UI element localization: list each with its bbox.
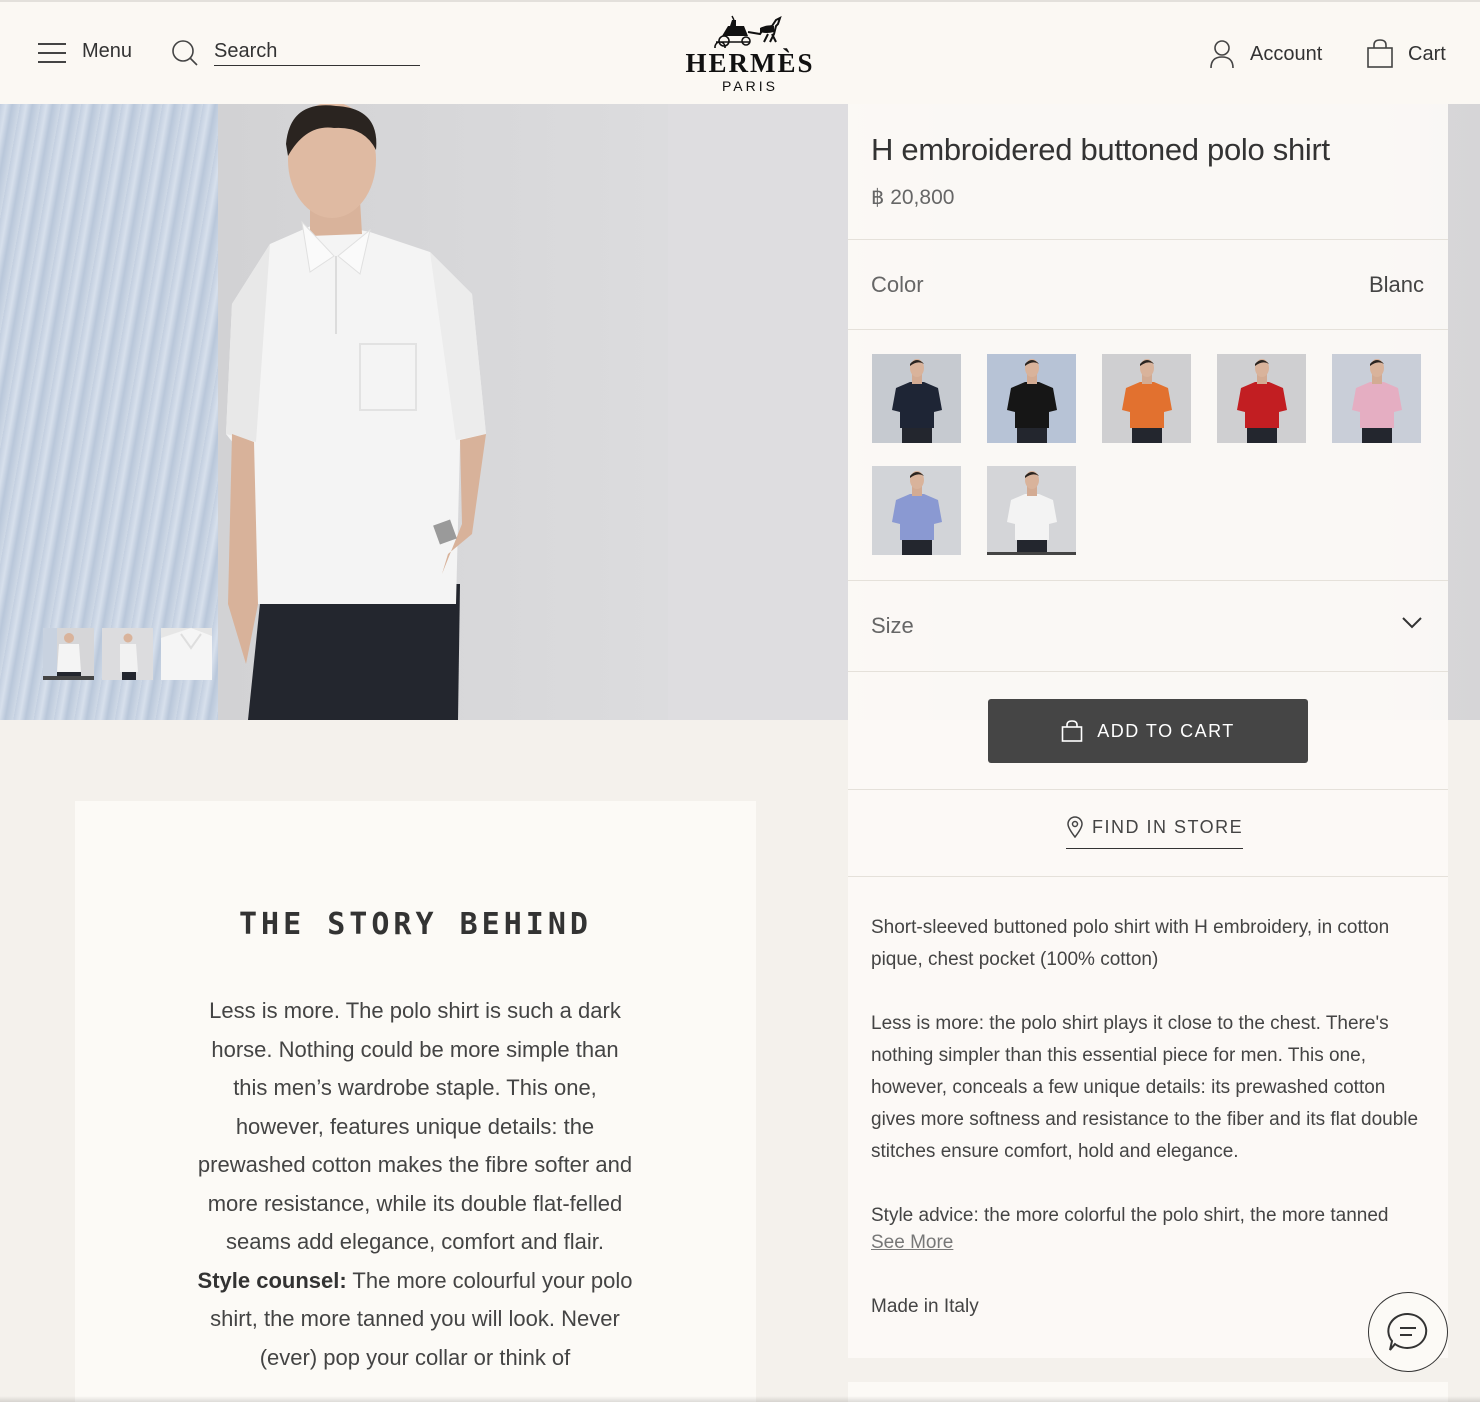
description-paragraph: Style advice: the more colorful the polo… bbox=[871, 1205, 1389, 1226]
color-swatch-navy[interactable] bbox=[872, 354, 961, 443]
color-swatch-blue[interactable] bbox=[872, 466, 961, 555]
find-in-store-label: FIND IN STORE bbox=[1092, 816, 1244, 837]
divider bbox=[848, 876, 1448, 877]
product-title: H embroidered buttoned polo shirt bbox=[871, 132, 1330, 167]
search-bar bbox=[172, 40, 420, 66]
divider bbox=[848, 329, 1448, 330]
chevron-down-icon bbox=[1402, 617, 1422, 629]
carriage-logo-icon bbox=[714, 15, 782, 48]
gallery-thumbnail[interactable] bbox=[161, 628, 212, 680]
site-header: Menu HERMÈS PARIS Account bbox=[0, 0, 1480, 104]
story-title: THE STORY BEHIND bbox=[239, 907, 592, 942]
chat-button[interactable] bbox=[1368, 1292, 1448, 1372]
backdrop-right bbox=[668, 104, 848, 720]
swatch-image bbox=[1007, 359, 1057, 443]
thumbnail-strip bbox=[43, 628, 212, 680]
color-label: Color bbox=[871, 272, 924, 297]
swatch-image bbox=[1237, 359, 1287, 443]
account-button[interactable]: Account bbox=[1208, 39, 1322, 69]
gallery-thumbnail[interactable] bbox=[43, 628, 94, 680]
swatch-image bbox=[892, 359, 942, 443]
logo-wordmark: HERMÈS bbox=[685, 48, 815, 78]
color-swatch-orange[interactable] bbox=[1102, 354, 1191, 443]
size-label: Size bbox=[871, 613, 914, 638]
divider bbox=[848, 239, 1448, 240]
style-counsel-label: Style counsel: bbox=[197, 1267, 347, 1293]
find-in-store-link[interactable]: FIND IN STORE bbox=[1066, 816, 1244, 849]
made-in-text: Made in Italy bbox=[871, 1296, 979, 1317]
see-more-link[interactable]: See More bbox=[871, 1232, 953, 1254]
swatch-image bbox=[1352, 359, 1402, 443]
cart-button[interactable]: Cart bbox=[1366, 39, 1446, 69]
thumbnail-front-image bbox=[43, 628, 81, 680]
color-swatch-white[interactable] bbox=[987, 466, 1076, 555]
shopping-bag-icon bbox=[1061, 720, 1083, 742]
product-image-gallery[interactable] bbox=[0, 104, 848, 720]
gallery-thumbnail[interactable] bbox=[102, 628, 153, 680]
swatch-image bbox=[1122, 359, 1172, 443]
color-swatch-red[interactable] bbox=[1217, 354, 1306, 443]
search-input[interactable] bbox=[214, 40, 420, 65]
chat-bubble-icon bbox=[1387, 1312, 1428, 1351]
thumbnail-detail-image bbox=[161, 628, 212, 680]
location-pin-icon bbox=[1067, 816, 1083, 838]
product-description: Short-sleeved buttoned polo shirt with H… bbox=[871, 912, 1427, 1264]
logo-subtitle: PARIS bbox=[722, 78, 778, 94]
model-photo bbox=[226, 104, 486, 720]
user-icon bbox=[1210, 40, 1234, 69]
menu-label: Menu bbox=[82, 40, 133, 62]
menu-button[interactable]: Menu bbox=[38, 40, 132, 63]
divider bbox=[848, 789, 1448, 790]
divider bbox=[848, 671, 1448, 672]
description-paragraph: Less is more: the polo shirt plays it cl… bbox=[871, 1013, 1419, 1162]
add-to-cart-label: ADD TO CART bbox=[1097, 720, 1235, 741]
color-swatch-black[interactable] bbox=[987, 354, 1076, 443]
cart-label: Cart bbox=[1408, 42, 1446, 65]
size-selector[interactable]: Size bbox=[848, 581, 1448, 671]
bottom-shadow bbox=[0, 1396, 1480, 1402]
description-paragraph: Short-sleeved buttoned polo shirt with H… bbox=[871, 917, 1390, 970]
swatch-image bbox=[892, 471, 942, 555]
story-card: THE STORY BEHIND Less is more. The polo … bbox=[75, 801, 756, 1402]
color-value: Blanc bbox=[1368, 272, 1424, 297]
thumbnail-side-image bbox=[120, 633, 138, 680]
account-label: Account bbox=[1250, 42, 1323, 65]
search-icon[interactable] bbox=[172, 40, 198, 66]
product-info-panel: H embroidered buttoned polo shirt ฿ 20,8… bbox=[848, 104, 1448, 1358]
color-swatch-pink[interactable] bbox=[1332, 354, 1421, 443]
story-body: Less is more. The polo shirt is such a d… bbox=[195, 992, 635, 1377]
hamburger-icon bbox=[38, 41, 66, 63]
shopping-bag-icon bbox=[1367, 39, 1393, 68]
product-price: ฿ 20,800 bbox=[871, 186, 955, 209]
add-to-cart-button[interactable]: ADD TO CART bbox=[988, 699, 1308, 763]
hermes-logo[interactable]: HERMÈS PARIS bbox=[682, 12, 818, 96]
swatch-image bbox=[1007, 471, 1057, 555]
story-paragraph: Less is more. The polo shirt is such a d… bbox=[197, 998, 633, 1254]
